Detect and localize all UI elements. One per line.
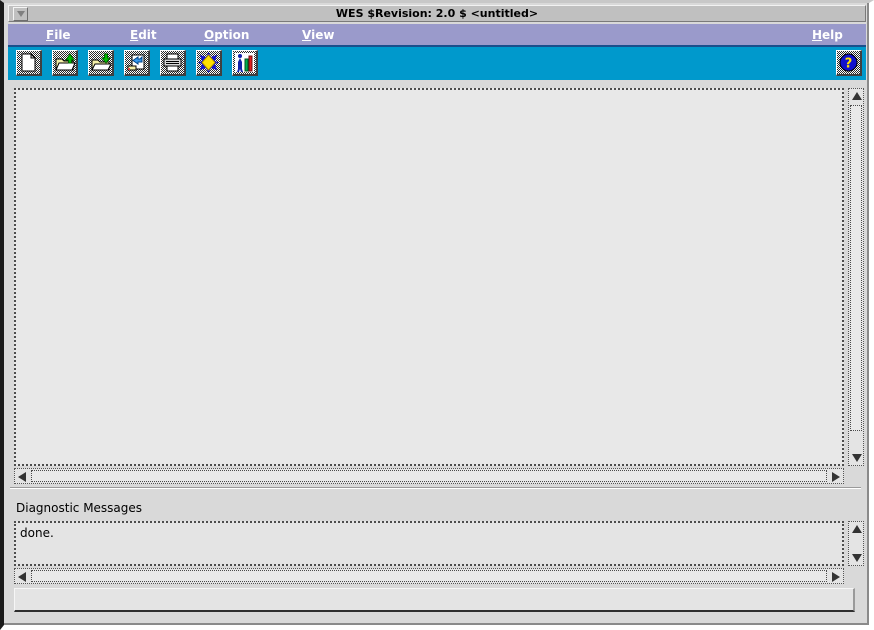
menu-label-rest: dit [138, 28, 157, 42]
scroll-left-arrow-icon[interactable] [18, 572, 26, 582]
save-to-folder-icon [89, 51, 112, 74]
scroll-right-arrow-icon[interactable] [832, 472, 840, 482]
diagnostic-vertical-scrollbar[interactable] [848, 521, 864, 566]
diagnostic-message-text: done. [20, 526, 54, 540]
printer-icon [161, 51, 184, 74]
menu-label-rest: ile [54, 28, 71, 42]
person-chart-icon [233, 51, 256, 74]
scroll-up-arrow-icon[interactable] [852, 525, 862, 533]
scroll-up-arrow-icon[interactable] [852, 92, 862, 100]
scroll-down-arrow-icon[interactable] [852, 554, 862, 562]
menu-item-edit[interactable]: Edit [128, 27, 159, 43]
open-folder-icon [53, 51, 76, 74]
diagnostic-box-border [14, 521, 844, 566]
scroll-right-arrow-icon[interactable] [832, 572, 840, 582]
menu-item-view[interactable]: View [300, 27, 336, 43]
svg-text:?: ? [845, 57, 853, 72]
yellow-diamond-sun-icon [197, 51, 220, 74]
main-canvas[interactable] [14, 88, 844, 466]
diagnostic-messages-label: Diagnostic Messages [16, 501, 143, 515]
application-window: WES $Revision: 2.0 $ <untitled> File Edi… [0, 0, 874, 630]
scroll-left-arrow-icon[interactable] [18, 472, 26, 482]
menu-mnemonic: V [302, 28, 312, 42]
diagnostic-hscroll-thumb[interactable] [31, 570, 827, 582]
diagnostic-messages-box[interactable]: done. [14, 521, 844, 566]
results-button[interactable] [232, 50, 258, 76]
import-arrow-icon [125, 51, 148, 74]
canvas-vscroll-thumb[interactable] [850, 105, 862, 431]
help-button[interactable]: ? [836, 50, 862, 76]
open-folder-button[interactable] [52, 50, 78, 76]
canvas-vertical-scrollbar[interactable] [848, 88, 864, 466]
window-title: WES $Revision: 2.0 $ <untitled> [335, 7, 539, 20]
status-bar [14, 588, 855, 612]
new-document-button[interactable] [16, 50, 42, 76]
menu-item-help[interactable]: Help [810, 27, 845, 43]
diagnostic-horizontal-scrollbar[interactable] [14, 568, 844, 584]
menu-mnemonic: F [46, 28, 55, 42]
scroll-down-arrow-icon[interactable] [852, 454, 862, 462]
canvas-border [14, 88, 844, 466]
canvas-horizontal-scrollbar[interactable] [14, 468, 844, 484]
menu-bar: File Edit Option View Help [8, 24, 866, 47]
menu-mnemonic: H [812, 28, 823, 42]
canvas-hscroll-thumb[interactable] [31, 470, 827, 482]
menu-item-option[interactable]: Option [202, 27, 251, 43]
print-button[interactable] [160, 50, 186, 76]
menu-label-rest: iew [311, 28, 335, 42]
save-folder-button[interactable] [88, 50, 114, 76]
menu-mnemonic: E [130, 28, 139, 42]
pane-divider-highlight [10, 488, 861, 489]
run-button[interactable] [196, 50, 222, 76]
toolbar: ? [8, 47, 866, 80]
system-menu-button[interactable] [13, 7, 28, 21]
import-button[interactable] [124, 50, 150, 76]
question-mark-help-icon: ? [837, 51, 860, 74]
menu-label-rest: elp [822, 28, 843, 42]
title-bar[interactable]: WES $Revision: 2.0 $ <untitled> [8, 5, 866, 22]
menu-mnemonic: O [204, 28, 215, 42]
new-document-icon [17, 51, 40, 74]
menu-label-rest: ption [214, 28, 250, 42]
menu-item-file[interactable]: File [44, 27, 73, 43]
system-menu-triangle-icon [16, 11, 25, 17]
